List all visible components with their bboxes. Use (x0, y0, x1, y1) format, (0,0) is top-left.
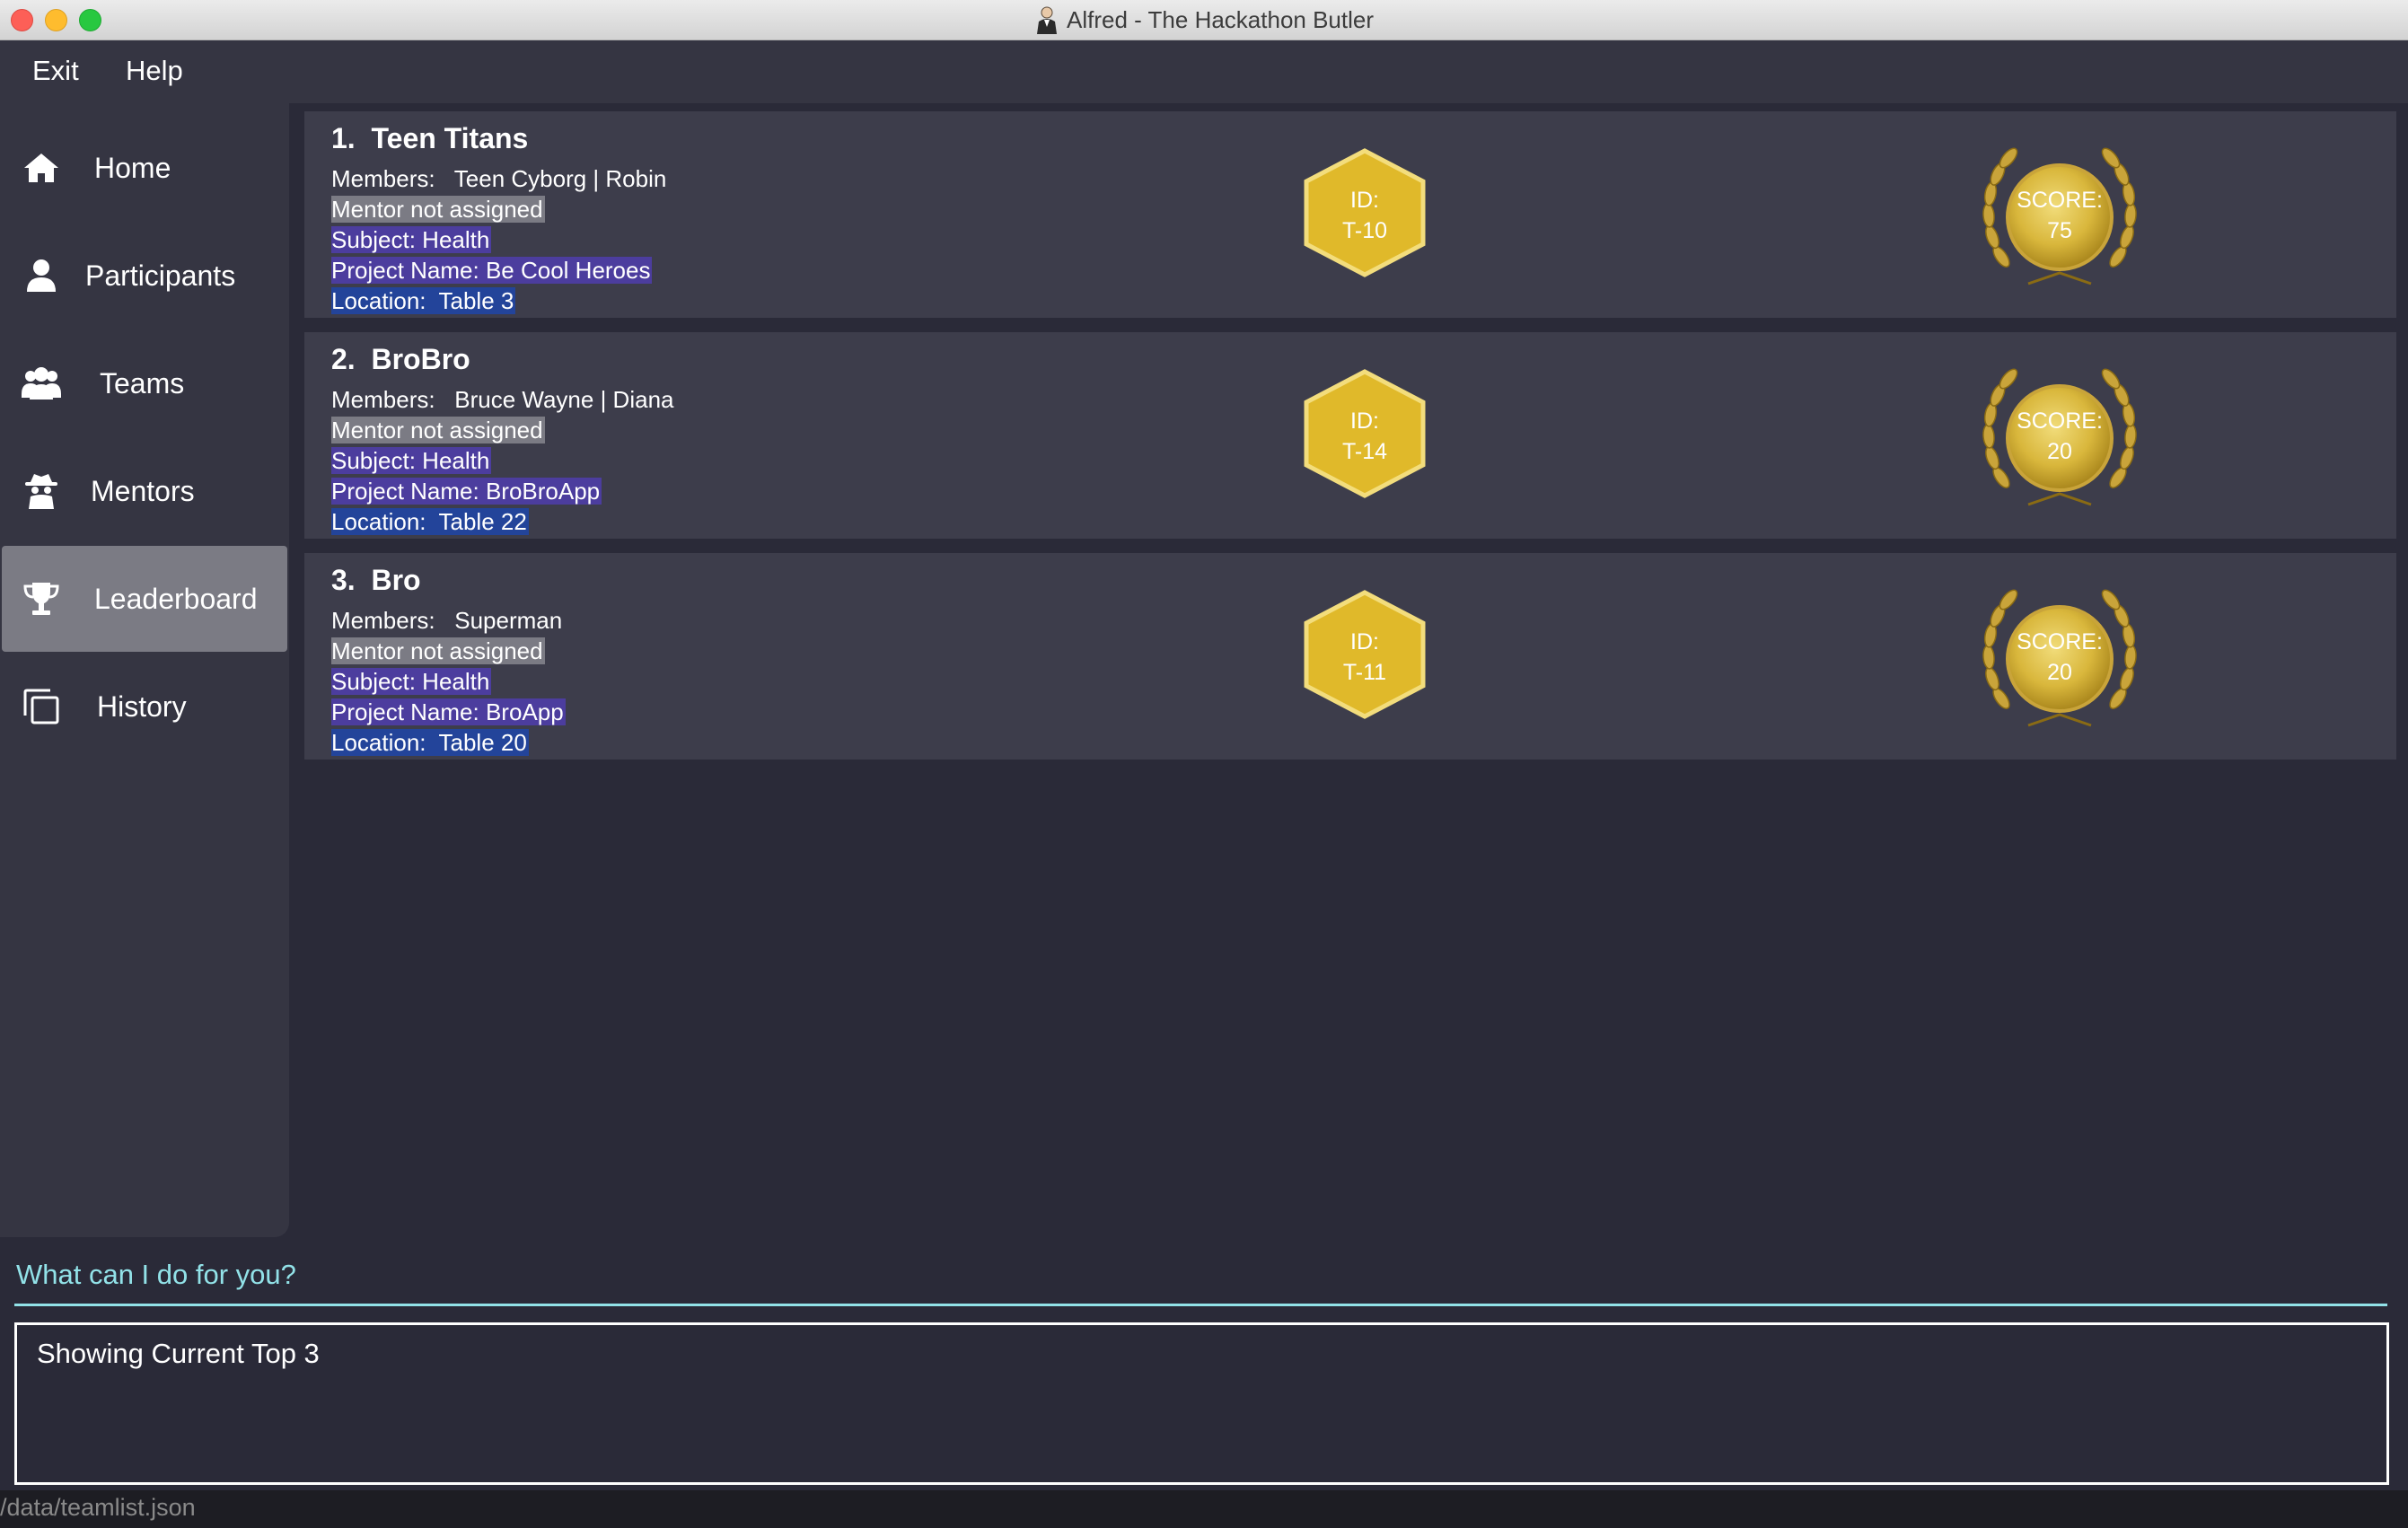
menu-help[interactable]: Help (126, 55, 183, 87)
id-label: ID: (1350, 188, 1379, 213)
result-text: Showing Current Top 3 (37, 1338, 320, 1369)
team-title: 2. BroBro (331, 343, 470, 376)
location-badge: Location: Table 22 (331, 508, 529, 535)
id-label: ID: (1350, 408, 1379, 434)
command-input-underline (14, 1304, 2387, 1306)
members-label: Members: (331, 607, 435, 634)
id-label: ID: (1350, 629, 1379, 654)
team-title: 1. Teen Titans (331, 122, 528, 155)
window-titlebar: Alfred - The Hackathon Butler (0, 0, 2408, 40)
project-badge: Project Name: BroApp (331, 698, 566, 725)
team-name: Bro (371, 564, 421, 596)
members-label: Members: (331, 165, 435, 192)
window-title: Alfred - The Hackathon Butler (1066, 5, 1375, 33)
team-members: Members: Superman (331, 607, 562, 635)
team-subject: Subject: Health (331, 226, 492, 254)
team-project: Project Name: BroBroApp (331, 478, 602, 505)
team-project: Project Name: BroApp (331, 698, 566, 726)
sidebar-item-history[interactable]: History (2, 654, 287, 760)
id-value: T-11 (1342, 660, 1387, 685)
menu-bar: Exit Help (0, 40, 2408, 103)
team-card[interactable]: 3. Bro Members: Superman Mentor not assi… (304, 553, 2396, 760)
team-project: Project Name: Be Cool Heroes (331, 257, 653, 285)
team-rank: 2. (331, 343, 356, 375)
menu-exit[interactable]: Exit (32, 55, 79, 87)
team-id-badge: ID: T-14 (1299, 406, 1430, 467)
id-value: T-14 (1341, 439, 1388, 464)
team-location: Location: Table 3 (331, 287, 516, 315)
sidebar-item-label: Participants (85, 259, 236, 292)
users-icon (22, 367, 61, 400)
sidebar-item-leaderboard[interactable]: Leaderboard (2, 546, 287, 652)
mentor-badge: Mentor not assigned (331, 196, 545, 223)
team-mentor: Mentor not assigned (331, 417, 545, 444)
team-name: Teen Titans (371, 122, 529, 154)
subject-badge: Subject: Health (331, 226, 492, 253)
mentor-badge: Mentor not assigned (331, 417, 545, 443)
user-icon (27, 259, 56, 292)
score-value: 75 (2047, 218, 2072, 243)
sidebar-item-label: Teams (100, 366, 185, 400)
team-score-badge: SCORE: 20 (1974, 406, 2145, 467)
team-id-badge: ID: T-10 (1299, 185, 1430, 246)
sidebar-item-teams[interactable]: Teams (2, 330, 287, 436)
subject-badge: Subject: Health (331, 668, 492, 695)
command-input[interactable]: What can I do for you? (16, 1259, 296, 1291)
team-score-badge: SCORE: 75 (1974, 185, 2145, 246)
location-badge: Location: Table 20 (331, 729, 529, 756)
members-value: Bruce Wayne | Diana (454, 386, 674, 413)
members-label: Members: (331, 386, 435, 413)
team-subject: Subject: Health (331, 668, 492, 696)
sidebar-item-label: Home (94, 151, 171, 184)
window-title-area: Alfred - The Hackathon Butler (0, 0, 2408, 40)
project-badge: Project Name: Be Cool Heroes (331, 257, 653, 284)
team-subject: Subject: Health (331, 447, 492, 475)
sidebar-item-label: Leaderboard (94, 582, 258, 615)
members-value: Superman (454, 607, 563, 634)
subject-badge: Subject: Health (331, 447, 492, 474)
score-value: 20 (2047, 439, 2072, 464)
team-title: 3. Bro (331, 564, 421, 597)
score-label: SCORE: (2017, 188, 2103, 213)
team-location: Location: Table 20 (331, 729, 529, 757)
status-file-path: /data/teamlist.json (0, 1494, 196, 1521)
home-icon (24, 154, 58, 182)
trophy-icon (23, 583, 59, 615)
sidebar-item-label: History (97, 689, 187, 723)
members-value: Teen Cyborg | Robin (453, 165, 667, 192)
team-members: Members: Bruce Wayne | Diana (331, 386, 673, 414)
sidebar: Home Participants Teams Mentors Leaderbo… (0, 103, 289, 1237)
team-id-badge: ID: T-11 (1299, 627, 1430, 688)
result-display[interactable]: Showing Current Top 3 (14, 1322, 2389, 1485)
team-rank: 1. (331, 122, 356, 154)
score-label: SCORE: (2017, 408, 2103, 434)
status-bar: /data/teamlist.json (0, 1490, 2408, 1528)
score-label: SCORE: (2017, 629, 2103, 654)
mentor-badge: Mentor not assigned (331, 637, 545, 664)
team-card[interactable]: 2. BroBro Members: Bruce Wayne | Diana M… (304, 332, 2396, 539)
sidebar-item-label: Mentors (91, 474, 195, 507)
spy-icon (25, 474, 57, 509)
sidebar-item-participants[interactable]: Participants (2, 223, 287, 329)
sidebar-item-mentors[interactable]: Mentors (2, 438, 287, 544)
team-rank: 3. (331, 564, 356, 596)
team-score-badge: SCORE: 20 (1974, 627, 2145, 688)
history-icon (23, 689, 59, 724)
project-badge: Project Name: BroBroApp (331, 478, 602, 505)
sidebar-item-home[interactable]: Home (2, 115, 287, 221)
team-card[interactable]: 1. Teen Titans Members: Teen Cyborg | Ro… (304, 111, 2396, 318)
team-name: BroBro (371, 343, 470, 375)
leaderboard-list[interactable]: 1. Teen Titans Members: Teen Cyborg | Ro… (289, 103, 2408, 1237)
location-badge: Location: Table 3 (331, 287, 516, 314)
team-mentor: Mentor not assigned (331, 637, 545, 665)
team-location: Location: Table 22 (331, 508, 529, 536)
score-value: 20 (2047, 660, 2072, 685)
butler-icon (1036, 6, 1057, 34)
team-members: Members: Teen Cyborg | Robin (331, 165, 666, 193)
team-mentor: Mentor not assigned (331, 196, 545, 224)
id-value: T-10 (1341, 218, 1388, 243)
